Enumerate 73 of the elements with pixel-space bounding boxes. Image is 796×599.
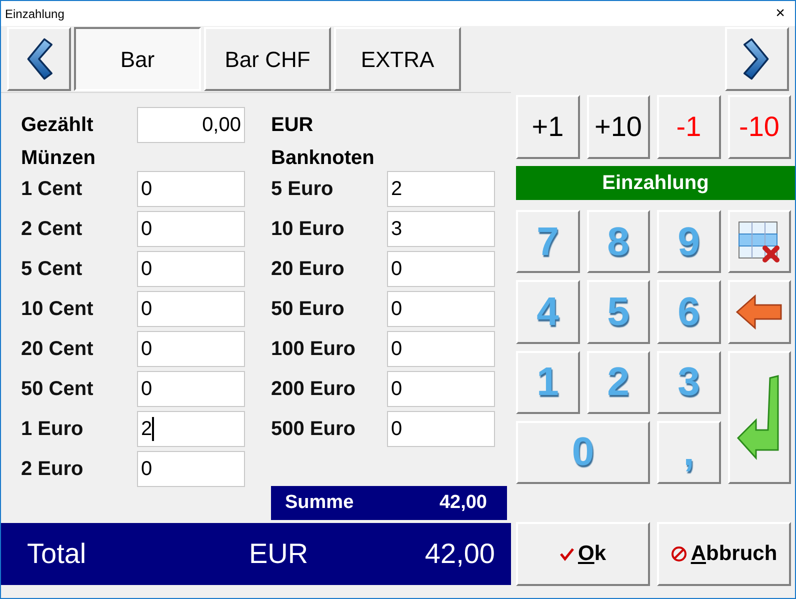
denomination-label: 5 Cent	[21, 257, 84, 282]
denomination-label: 2 Euro	[21, 457, 84, 482]
total-currency: EUR	[248, 537, 310, 571]
digit-label: 1	[536, 359, 559, 406]
denomination-label: 100 Euro	[271, 337, 356, 362]
denomination-label: 5 Euro	[271, 177, 334, 202]
denomination-label: 10 Cent	[21, 297, 94, 322]
clear-button[interactable]	[728, 210, 791, 274]
sum-label: Summe	[285, 490, 354, 515]
cancel-button[interactable]: Abbruch	[657, 522, 791, 586]
digit-label: 7	[536, 218, 559, 266]
input-field[interactable]: 2	[387, 171, 495, 207]
denomination-label: 1 Euro	[21, 417, 84, 442]
backspace-button[interactable]	[728, 280, 791, 344]
input-field[interactable]: 0	[387, 411, 495, 447]
input-field[interactable]: 0	[137, 451, 245, 487]
digit-label: 0	[572, 429, 594, 476]
step-button[interactable]: +10	[586, 95, 650, 159]
tab[interactable]: EXTRA	[334, 27, 461, 91]
step-button[interactable]: -10	[728, 95, 791, 159]
previous-button[interactable]	[7, 27, 71, 91]
currency-label: EUR	[271, 113, 314, 138]
input-field[interactable]: 3	[387, 211, 495, 247]
enter-button[interactable]	[728, 350, 791, 484]
input-field[interactable]: 0	[137, 371, 245, 407]
denomination-label: 20 Euro	[271, 257, 346, 282]
window-title: Einzahlung	[5, 6, 64, 22]
digit-label: 4	[536, 288, 559, 336]
tab[interactable]: Bar	[74, 27, 201, 91]
denomination-label: 50 Cent	[21, 377, 94, 402]
check-icon	[560, 547, 574, 561]
stop-icon	[670, 546, 687, 562]
denomination-label: 1 Cent	[21, 177, 84, 202]
sum-value: 42,00	[439, 490, 488, 515]
input-field[interactable]: 0	[137, 211, 245, 247]
denomination-label: 200 Euro	[271, 377, 356, 402]
tab[interactable]: Bar CHF	[204, 27, 331, 91]
total-value: 42,00	[424, 537, 496, 571]
input-field[interactable]: 2	[137, 411, 245, 447]
text-cursor	[152, 417, 154, 441]
step-button[interactable]: +1	[516, 95, 580, 159]
mode-banner: Einzahlung	[516, 166, 795, 200]
input-field[interactable]: 0	[137, 331, 245, 367]
denomination-label: 20 Cent	[21, 337, 94, 362]
denomination-label: 500 Euro	[271, 417, 356, 442]
close-button[interactable]: ×	[770, 2, 791, 26]
input-field[interactable]: 0	[387, 291, 495, 327]
digit-label: 2	[607, 359, 630, 406]
input-field[interactable]: 0	[387, 331, 495, 367]
ok-button[interactable]: Ok	[516, 522, 650, 586]
total-label: Total	[26, 537, 88, 571]
coins-heading: Münzen	[21, 146, 96, 169]
digit-label: ,	[683, 429, 694, 476]
digit-label: 3	[678, 359, 700, 406]
input-field[interactable]: 0	[387, 251, 495, 287]
digit-label: 9	[678, 218, 700, 266]
clear-grid-icon	[737, 220, 782, 264]
digit-label: 8	[607, 218, 630, 266]
digit-label: 5	[607, 288, 630, 336]
step-button[interactable]: -1	[657, 95, 720, 159]
input-field[interactable]: 0	[137, 171, 245, 207]
denomination-label: 10 Euro	[271, 217, 346, 242]
counted-label: Gezählt	[21, 113, 94, 138]
banknotes-heading: Banknoten	[271, 146, 376, 169]
input-field[interactable]: 0	[137, 251, 245, 287]
digit-label: 6	[678, 288, 700, 336]
denomination-label: 50 Euro	[271, 297, 346, 322]
denomination-label: 2 Cent	[21, 217, 84, 242]
left-arrow-icon	[735, 294, 784, 330]
input-field[interactable]: 0,00	[137, 107, 245, 143]
input-field[interactable]: 0	[137, 291, 245, 327]
input-field[interactable]: 0	[387, 371, 495, 407]
next-button[interactable]	[725, 27, 789, 91]
